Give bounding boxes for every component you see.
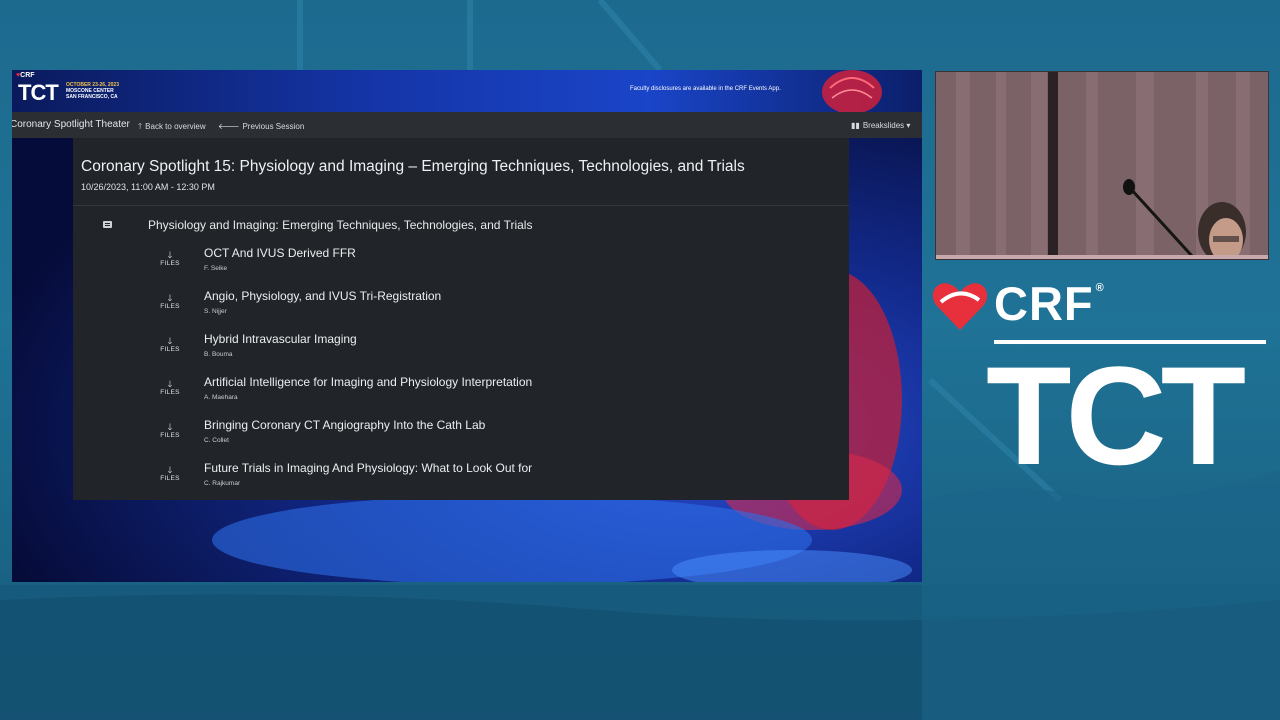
download-arrow-icon: 🡓	[167, 465, 173, 475]
heart-illustration	[822, 70, 882, 114]
talk-title[interactable]: Future Trials in Imaging And Physiology:…	[204, 461, 532, 475]
talk-speaker: C. Rajkumar	[204, 480, 241, 487]
files-download-button[interactable]: 🡓 FILES	[157, 379, 183, 396]
columns-icon: ▮▮	[851, 121, 860, 130]
crf-mark-text: CRF	[20, 72, 35, 79]
speaker-video-feed	[935, 71, 1269, 260]
talk-title[interactable]: Hybrid Intravascular Imaging	[204, 332, 357, 346]
arrow-left-icon: 🡐	[218, 122, 240, 131]
caret-down-icon: ▾	[906, 121, 911, 130]
crf-heart-logo-icon	[932, 283, 988, 330]
talk-title[interactable]: Artificial Intelligence for Imaging and …	[204, 375, 532, 389]
faculty-disclosure-note: Faculty disclosures are available in the…	[630, 86, 781, 92]
module-title: Physiology and Imaging: Emerging Techniq…	[148, 218, 533, 232]
files-download-button[interactable]: 🡓 FILES	[157, 465, 183, 482]
files-download-button[interactable]: 🡓 FILES	[157, 336, 183, 353]
tct-brand-text: TCT	[986, 337, 1246, 494]
talk-title[interactable]: OCT And IVUS Derived FFR	[204, 246, 356, 260]
session-panel: Coronary Spotlight 15: Physiology and Im…	[73, 138, 849, 500]
divider	[73, 205, 849, 206]
back-to-overview-link[interactable]: 🡑 Back to overview	[138, 121, 206, 135]
talk-item: 🡓 FILES Bringing Coronary CT Angiography …	[73, 418, 849, 462]
event-info: OCTOBER 23-26, 2023 MOSCONE CENTER SAN F…	[66, 82, 119, 100]
files-label: FILES	[160, 303, 180, 310]
talk-speaker: B. Bouma	[204, 351, 233, 358]
back-to-overview-label: Back to overview	[145, 122, 206, 131]
talk-speaker: C. Collet	[204, 437, 229, 444]
files-label: FILES	[160, 475, 180, 482]
speaker-video-image	[936, 72, 1268, 259]
files-label: FILES	[160, 346, 180, 353]
session-datetime: 10/26/2023, 11:00 AM - 12:30 PM	[81, 182, 215, 192]
talk-item: 🡓 FILES OCT And IVUS Derived FFR F. Seike	[73, 246, 849, 290]
previous-session-link[interactable]: 🡐 Previous Session	[218, 121, 304, 131]
files-download-button[interactable]: 🡓 FILES	[157, 422, 183, 439]
list-icon	[103, 221, 112, 228]
theater-title[interactable]: Coronary Spotlight Theater	[12, 119, 130, 130]
talk-title[interactable]: Angio, Physiology, and IVUS Tri-Registra…	[204, 289, 441, 303]
talk-item: 🡓 FILES Artificial Intelligence for Imagi…	[73, 375, 849, 419]
talk-speaker: F. Seike	[204, 265, 228, 272]
files-download-button[interactable]: 🡓 FILES	[157, 293, 183, 310]
talk-speaker: S. Nijjer	[204, 308, 227, 315]
session-title: Coronary Spotlight 15: Physiology and Im…	[81, 158, 745, 175]
crf-brand-text: CRF ®	[994, 276, 1105, 331]
crf-logo-small: ♥CRF	[16, 72, 35, 79]
shared-screen: ♥CRF TCT OCTOBER 23-26, 2023 MOSCONE CEN…	[12, 70, 922, 582]
files-label: FILES	[160, 260, 180, 267]
talk-speaker: A. Maehara	[204, 394, 238, 401]
talk-item: 🡓 FILES Hybrid Intravascular Imaging B. B…	[73, 332, 849, 376]
talk-item: 🡓 FILES Angio, Physiology, and IVUS Tri-R…	[73, 289, 849, 333]
breakslides-dropdown[interactable]: ▮▮ Breakslides ▾	[851, 121, 910, 130]
download-arrow-icon: 🡓	[167, 422, 173, 432]
breakslides-label: Breakslides	[862, 121, 905, 130]
event-city: SAN FRANCISCO, CA	[66, 94, 118, 100]
files-label: FILES	[160, 389, 180, 396]
download-arrow-icon: 🡓	[167, 379, 173, 389]
event-banner: ♥CRF TCT OCTOBER 23-26, 2023 MOSCONE CEN…	[12, 70, 922, 114]
download-arrow-icon: 🡓	[167, 336, 173, 346]
tct-mark-text: TCT	[18, 80, 59, 105]
top-navbar: Coronary Spotlight Theater 🡑 Back to over…	[12, 112, 922, 138]
registered-mark: ®	[1095, 282, 1105, 294]
arrow-up-icon: 🡑	[138, 122, 143, 131]
talk-item: 🡓 FILES Future Trials in Imaging And Phys…	[73, 461, 849, 505]
crf-wordmark: CRF	[994, 277, 1094, 330]
download-arrow-icon: 🡓	[167, 293, 173, 303]
download-arrow-icon: 🡓	[167, 250, 173, 260]
files-label: FILES	[160, 432, 180, 439]
previous-session-label: Previous Session	[242, 122, 305, 131]
talk-title[interactable]: Bringing Coronary CT Angiography Into th…	[204, 418, 485, 432]
files-download-button[interactable]: 🡓 FILES	[157, 250, 183, 267]
